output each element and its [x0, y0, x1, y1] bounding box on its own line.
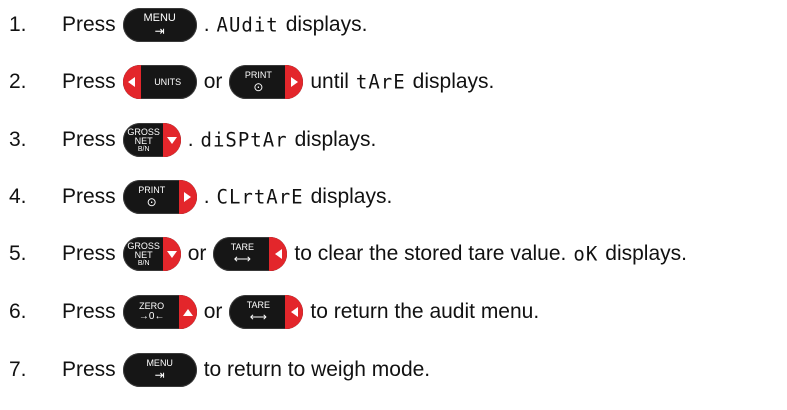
- step-number: 5.: [9, 242, 27, 265]
- print-icon: ⊙: [253, 80, 264, 94]
- arrow-left-icon: [285, 295, 304, 329]
- arrow-left-icon: [269, 237, 288, 271]
- tare-icon: ⟷: [233, 252, 251, 266]
- units-key[interactable]: UNITS: [122, 65, 197, 99]
- display-code: tArE: [355, 70, 406, 94]
- zero-icon: →0←: [138, 311, 165, 322]
- step-content: Press MENU ⇥ . AUdit displays.: [62, 8, 367, 42]
- display-code: CLrtArE: [216, 185, 304, 209]
- step-content: Press GROSS NET B/N or TARE ⟷ to clear t…: [62, 237, 687, 271]
- press-text: Press: [62, 13, 116, 36]
- tare-key[interactable]: TARE ⟷: [213, 237, 288, 271]
- tare-icon: ⟷: [249, 310, 267, 324]
- menu-key[interactable]: MENU ⇥: [122, 8, 197, 42]
- gross-net-key[interactable]: GROSS NET B/N: [122, 237, 181, 271]
- display-code: oK: [573, 242, 599, 266]
- step-content: Press PRINT ⊙ . CLrtArE displays.: [62, 180, 392, 214]
- tare-key[interactable]: TARE ⟷: [229, 295, 304, 329]
- arrow-down-icon: [162, 237, 181, 271]
- menu-enter-icon: ⇥: [154, 24, 165, 38]
- step-number: 7.: [9, 358, 27, 381]
- arrow-right-icon: [285, 65, 304, 99]
- gross-net-key[interactable]: GROSS NET B/N: [122, 123, 181, 157]
- display-code: AUdit: [216, 13, 279, 37]
- step-content: Press GROSS NET B/N . diSPtAr displays.: [62, 123, 376, 157]
- arrow-left-icon: [122, 65, 141, 99]
- step-content: Press ZERO →0← or TARE ⟷ to return the a…: [62, 295, 539, 329]
- print-icon: ⊙: [146, 195, 157, 209]
- display-code: diSPtAr: [200, 128, 288, 152]
- step-number: 1.: [9, 13, 27, 36]
- arrow-down-icon: [162, 123, 181, 157]
- menu-key[interactable]: MENU ⇥: [122, 353, 197, 387]
- step-content: Press UNITS or PRINT ⊙ until tArE displa…: [62, 65, 494, 99]
- print-key[interactable]: PRINT ⊙: [229, 65, 304, 99]
- print-key[interactable]: PRINT ⊙: [122, 180, 197, 214]
- step-number: 4.: [9, 185, 27, 208]
- step-number: 2.: [9, 70, 27, 93]
- step-content: Press MENU ⇥ to return to weigh mode.: [62, 353, 430, 387]
- step-number: 3.: [9, 128, 27, 151]
- arrow-up-icon: [178, 295, 197, 329]
- step-number: 6.: [9, 300, 27, 323]
- zero-key[interactable]: ZERO →0←: [122, 295, 197, 329]
- arrow-right-icon: [178, 180, 197, 214]
- menu-enter-icon: ⇥: [154, 368, 165, 382]
